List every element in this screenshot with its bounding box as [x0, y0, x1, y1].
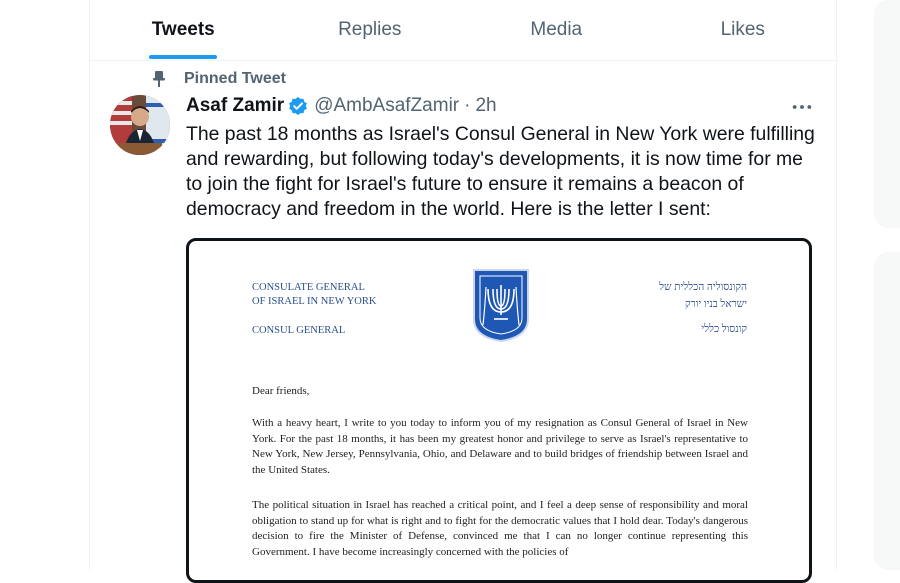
left-gutter [0, 0, 89, 570]
letterhead-he-title: קונסול כללי [701, 324, 747, 335]
tab-likes[interactable]: Likes [650, 0, 837, 60]
letterhead-org-line1: CONSULATE GENERAL [252, 282, 365, 293]
letter-paragraph-2: The political situation in Israel has re… [252, 499, 748, 558]
letterhead-he-line2: ישראל בניו יורק [685, 299, 747, 310]
tab-label: Replies [338, 19, 402, 40]
main-column: Tweets Replies Media Likes Pinned Tweet [89, 0, 837, 583]
letterhead-title: CONSUL GENERAL [252, 325, 346, 336]
letter-greeting: Dear friends, [252, 385, 310, 397]
pinned-label: Pinned Tweet [184, 70, 286, 87]
more-options-icon[interactable] [790, 96, 814, 118]
sidebar-card [874, 0, 900, 228]
author-handle[interactable]: @AmbAsafZamir [314, 95, 459, 117]
tab-replies[interactable]: Replies [277, 0, 464, 60]
tab-media[interactable]: Media [463, 0, 650, 60]
author-name[interactable]: Asaf Zamir [186, 95, 284, 117]
tweet-header: Asaf Zamir @AmbAsafZamir · 2h [186, 95, 497, 117]
tab-label: Likes [720, 19, 765, 40]
tab-label: Tweets [151, 19, 215, 40]
tweet-time[interactable]: 2h [475, 95, 496, 117]
tab-tweets[interactable]: Tweets [90, 0, 277, 60]
tab-label: Media [530, 19, 583, 40]
pinned-indicator: Pinned Tweet [152, 70, 286, 88]
avatar[interactable] [110, 95, 170, 155]
tweet-media-image[interactable]: CONSULATE GENERAL OF ISRAEL IN NEW YORK … [186, 238, 812, 583]
tweet-text: The past 18 months as Israel's Consul Ge… [186, 123, 815, 220]
separator-dot: · [464, 95, 471, 116]
pin-icon [153, 71, 165, 87]
active-tab-indicator [149, 55, 218, 59]
profile-tabs: Tweets Replies Media Likes [90, 0, 836, 61]
letter-paragraph-1: With a heavy heart, I write to you today… [252, 417, 748, 476]
letter-document: CONSULATE GENERAL OF ISRAEL IN NEW YORK … [189, 241, 809, 580]
israel-emblem-icon [473, 269, 529, 343]
sidebar-card [874, 252, 900, 570]
letterhead-he-line1: הקונסוליה הכללית של [659, 282, 747, 293]
letterhead-hebrew: הקונסוליה הכללית של ישראל בניו יורק קונס… [659, 279, 747, 338]
letterhead-english: CONSULATE GENERAL OF ISRAEL IN NEW YORK … [252, 281, 376, 338]
verified-badge-icon [289, 96, 308, 116]
letterhead-org-line2: OF ISRAEL IN NEW YORK [252, 296, 377, 307]
